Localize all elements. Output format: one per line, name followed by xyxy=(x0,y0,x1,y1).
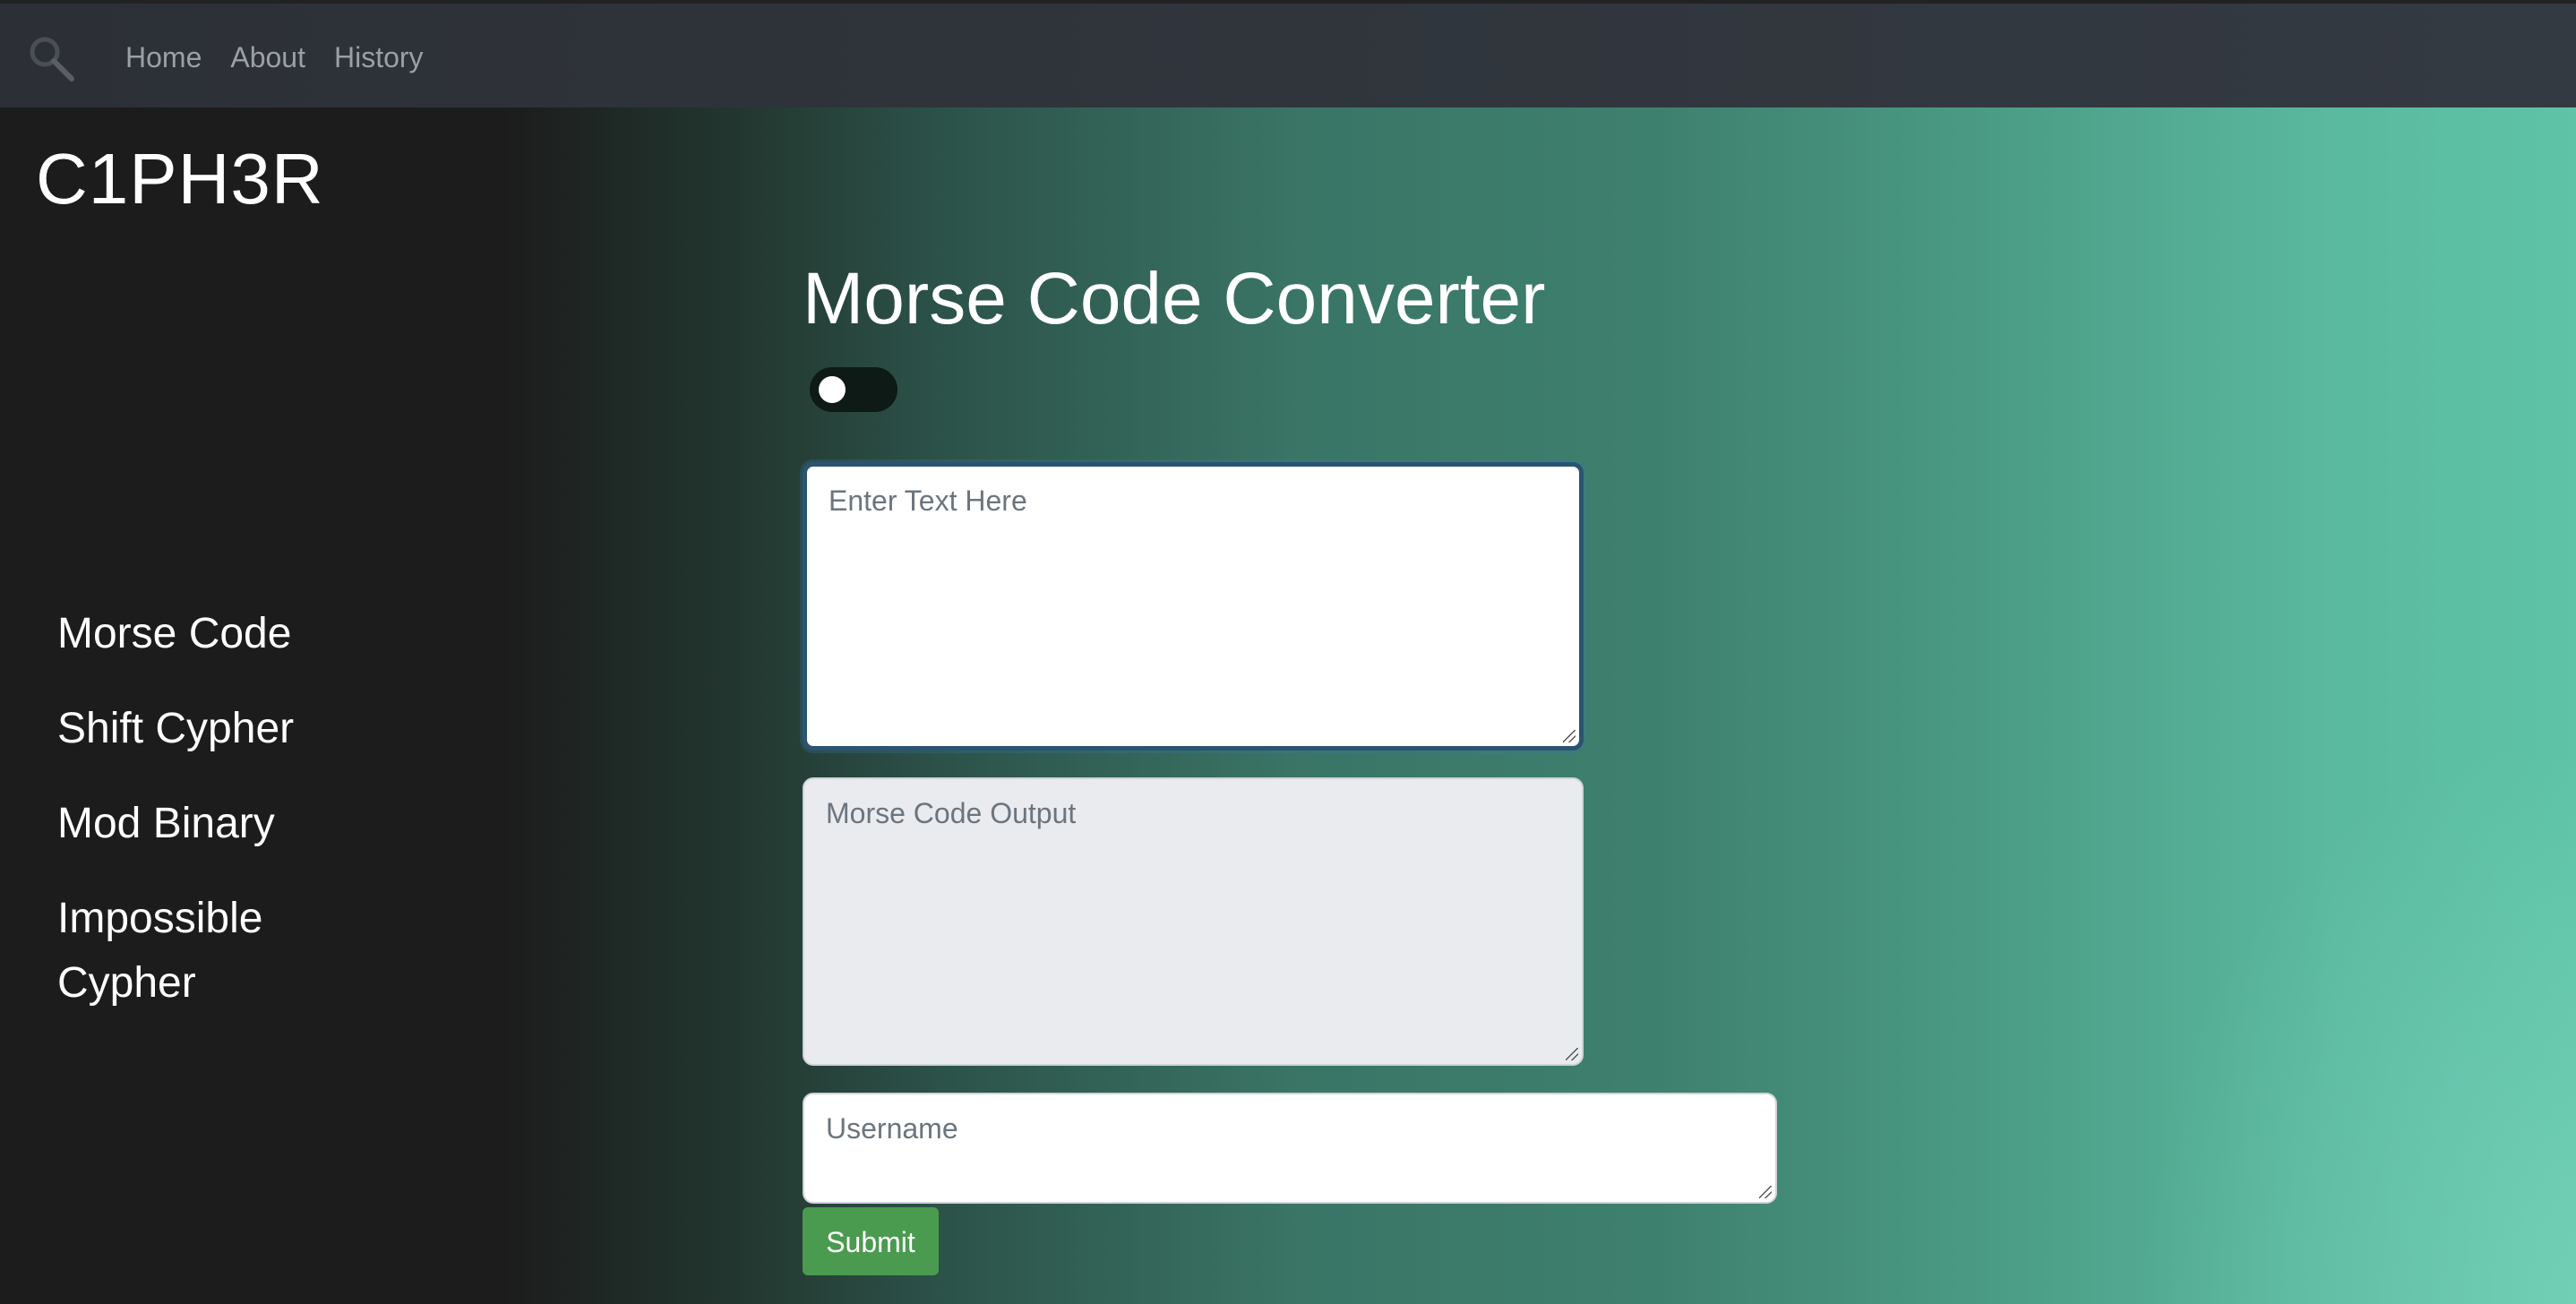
resize-handle-icon[interactable] xyxy=(1566,1048,1578,1060)
sidebar-item-morse-code[interactable]: Morse Code xyxy=(57,602,380,666)
output-placeholder: Morse Code Output xyxy=(826,797,1077,829)
nav-links: Home About History xyxy=(125,39,424,75)
toggle-knob xyxy=(819,376,846,403)
text-input[interactable]: Enter Text Here xyxy=(803,462,1584,751)
submit-button[interactable]: Submit xyxy=(803,1207,939,1275)
sidebar-item-impossible-cypher[interactable]: Impossible Cypher xyxy=(57,887,344,1016)
nav-link-about[interactable]: About xyxy=(230,39,305,75)
nav-link-history[interactable]: History xyxy=(334,39,424,75)
resize-handle-icon[interactable] xyxy=(1563,730,1576,742)
text-input-placeholder: Enter Text Here xyxy=(829,485,1027,517)
mode-toggle[interactable] xyxy=(810,367,897,412)
nav-link-home[interactable]: Home xyxy=(125,39,202,75)
converter-panel: Morse Code Converter Enter Text Here Mor… xyxy=(803,251,1788,1275)
resize-handle-icon[interactable] xyxy=(1759,1186,1772,1198)
sidebar-item-shift-cypher[interactable]: Shift Cypher xyxy=(57,697,380,761)
morse-output-field[interactable]: Morse Code Output xyxy=(803,777,1584,1066)
top-navbar: Home About History xyxy=(0,0,2576,107)
username-field[interactable]: Username xyxy=(803,1093,1777,1204)
site-title: C1PH3R xyxy=(36,139,324,219)
magnifier-icon[interactable] xyxy=(27,34,77,84)
username-placeholder: Username xyxy=(826,1112,958,1145)
sidebar: Morse Code Shift Cypher Mod Binary Impos… xyxy=(57,602,380,1046)
sidebar-item-mod-binary[interactable]: Mod Binary xyxy=(57,792,380,856)
page-title: Morse Code Converter xyxy=(803,258,1546,339)
